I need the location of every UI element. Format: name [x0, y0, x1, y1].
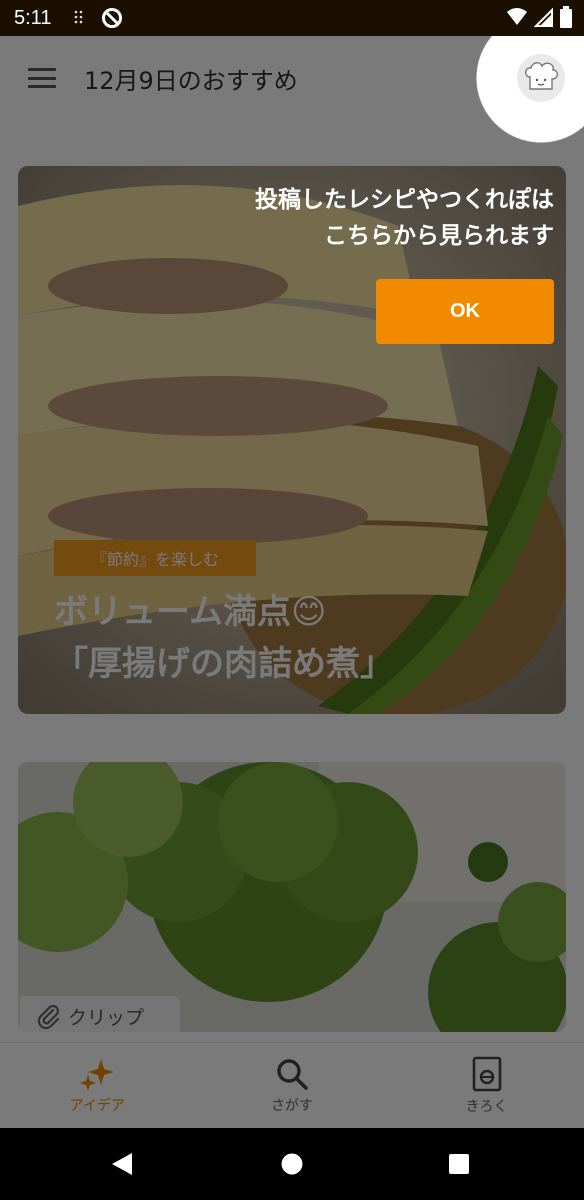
home-icon[interactable] — [280, 1152, 304, 1176]
kiroku-icon — [472, 1056, 501, 1092]
search-icon — [277, 1059, 308, 1090]
nav-label-idea: アイデア — [69, 1098, 125, 1114]
app-notification-icon — [102, 8, 123, 28]
cell-signal-icon — [534, 7, 553, 27]
theme-tag-badge: 『節約』を楽しむ — [54, 540, 256, 576]
profile-avatar-button[interactable] — [517, 54, 565, 102]
recents-icon[interactable] — [448, 1153, 470, 1175]
paperclip-icon — [37, 1004, 60, 1029]
system-navigation-bar — [0, 1128, 584, 1200]
battery-icon — [560, 6, 572, 28]
bottom-navigation: アイデア さがす きろく — [0, 1042, 584, 1129]
recipe-card-broccoli[interactable]: クリップ — [18, 762, 566, 1032]
nav-tab-search[interactable]: さがす — [195, 1043, 390, 1129]
broccoli-photo — [18, 762, 566, 1032]
hamburger-menu-icon[interactable] — [28, 68, 56, 88]
status-bar: 5:11 — [0, 0, 584, 36]
nav-label-search: さがす — [271, 1098, 313, 1114]
tutorial-message: 投稿したレシピやつくれぽは こちらから見られます — [194, 182, 554, 254]
app-screen: 5:11 12月9日のおすすめ 『節約』を楽しむ ボリューム満点😊 「厚揚げの肉… — [0, 0, 584, 1200]
signal-dots-icon — [75, 10, 83, 24]
nav-label-record: きろく — [465, 1099, 508, 1115]
status-time: 5:11 — [14, 6, 52, 29]
page-title: 12月9日のおすすめ — [84, 66, 298, 95]
nav-tab-idea[interactable]: アイデア — [0, 1043, 195, 1129]
clip-button[interactable]: クリップ — [20, 996, 180, 1032]
wifi-icon — [507, 8, 527, 25]
recipe-title: ボリューム満点😊 「厚揚げの肉詰め煮」 — [54, 592, 394, 684]
sparkle-icon — [80, 1059, 115, 1091]
nav-tab-record[interactable]: きろく — [389, 1043, 584, 1129]
clip-label: クリップ — [68, 1006, 145, 1029]
ok-button[interactable]: OK — [376, 279, 554, 344]
chef-hat-icon — [524, 62, 559, 90]
back-icon[interactable] — [110, 1151, 134, 1177]
tutorial-message-line2: こちらから見られます — [324, 223, 554, 249]
tutorial-message-line1: 投稿したレシピやつくれぽは — [255, 187, 554, 213]
